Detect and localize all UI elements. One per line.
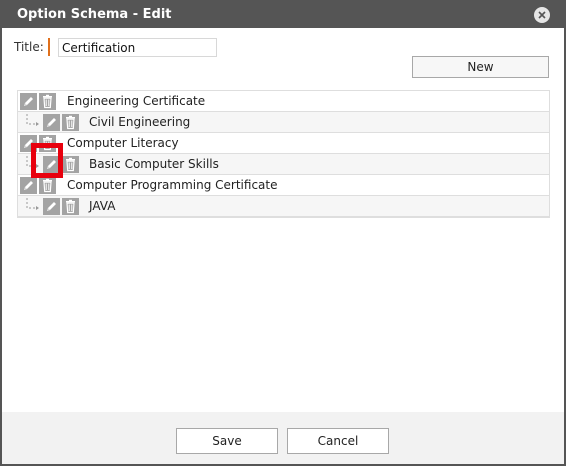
required-marker — [48, 38, 50, 56]
edit-icon[interactable] — [43, 156, 60, 173]
close-icon[interactable] — [534, 7, 550, 23]
tree-item-label: Engineering Certificate — [67, 94, 206, 108]
edit-icon[interactable] — [20, 177, 37, 194]
tree-connector-icon — [26, 114, 39, 126]
new-button[interactable]: New — [412, 56, 549, 78]
tree-item-label: Computer Programming Certificate — [67, 178, 278, 192]
option-tree: Engineering Certificate Civil Engineerin… — [17, 90, 550, 218]
tree-item-label: Basic Computer Skills — [89, 157, 219, 171]
dialog-titlebar: Option Schema - Edit — [2, 2, 564, 28]
tree-row: Civil Engineering — [18, 112, 549, 133]
save-button[interactable]: Save — [176, 428, 278, 454]
tree-item-label: JAVA — [89, 199, 116, 213]
cancel-button[interactable]: Cancel — [287, 428, 389, 454]
tree-connector-icon — [26, 198, 39, 210]
delete-icon[interactable] — [62, 198, 79, 215]
dialog-title: Option Schema - Edit — [17, 7, 172, 22]
edit-icon[interactable] — [20, 93, 37, 110]
title-label: Title: — [14, 40, 44, 54]
option-schema-dialog: Option Schema - Edit Title: New Engineer… — [0, 0, 566, 466]
tree-row: Computer Programming Certificate — [18, 175, 549, 196]
title-input[interactable] — [58, 38, 217, 57]
edit-icon[interactable] — [43, 114, 60, 131]
tree-item-label: Computer Literacy — [67, 136, 179, 150]
delete-icon[interactable] — [39, 135, 56, 152]
delete-icon[interactable] — [62, 156, 79, 173]
tree-row: Computer Literacy — [18, 133, 549, 154]
delete-icon[interactable] — [39, 93, 56, 110]
edit-icon[interactable] — [43, 198, 60, 215]
tree-connector-icon — [26, 156, 39, 168]
tree-row: Basic Computer Skills — [18, 154, 549, 175]
delete-icon[interactable] — [62, 114, 79, 131]
tree-item-label: Civil Engineering — [89, 115, 191, 129]
dialog-footer: Save Cancel — [2, 412, 564, 464]
delete-icon[interactable] — [39, 177, 56, 194]
tree-row: Engineering Certificate — [18, 91, 549, 112]
edit-icon[interactable] — [20, 135, 37, 152]
tree-row: JAVA — [18, 196, 549, 217]
